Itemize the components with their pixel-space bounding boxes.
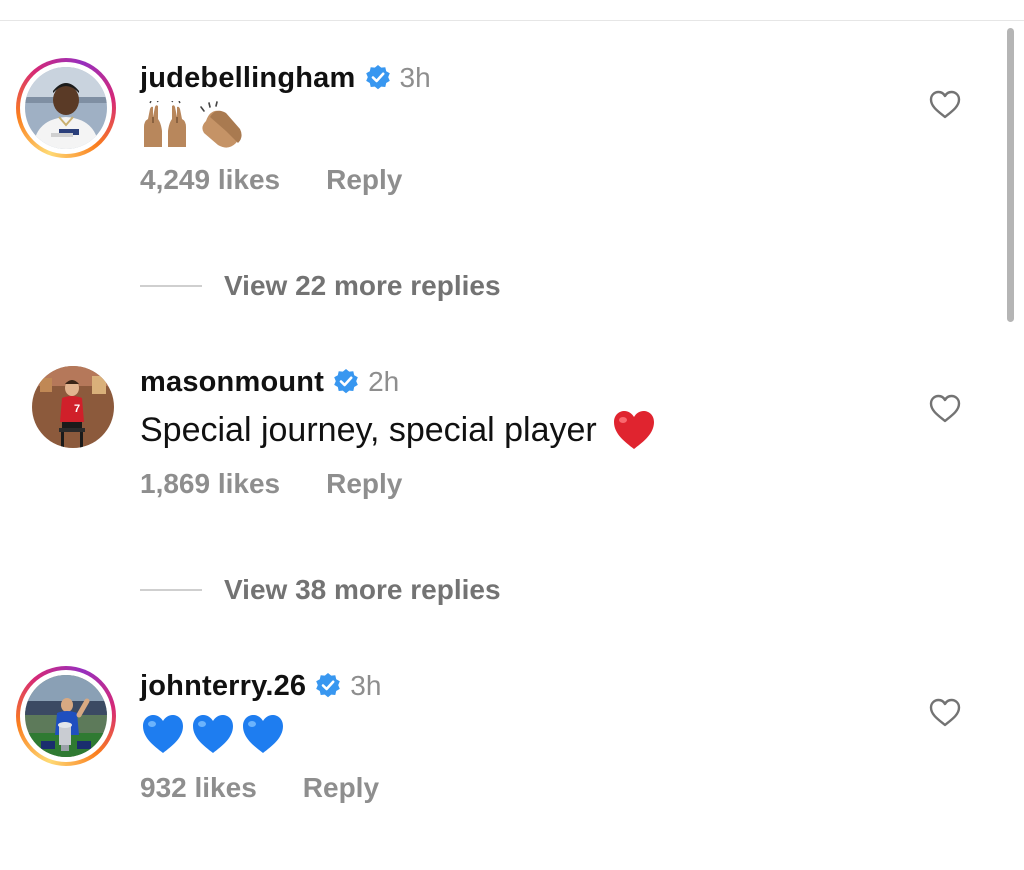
avatar-photo: 7: [32, 366, 114, 448]
top-divider: [0, 20, 1024, 21]
comment-item: johnterry.26 3h 932 likes Reply: [0, 666, 1000, 826]
mason-avatar-image: 7: [32, 366, 114, 448]
comment-meta: 1,869 likes Reply: [140, 466, 402, 502]
comment-text: [140, 708, 286, 760]
verified-badge-icon: [334, 369, 358, 394]
verified-badge-icon: [316, 673, 341, 698]
comment-header: johnterry.26 3h: [140, 666, 381, 706]
blue-heart-icon: [193, 715, 233, 753]
likes-count[interactable]: 4,249 likes: [140, 164, 280, 196]
reply-button[interactable]: Reply: [326, 164, 402, 196]
like-heart-icon[interactable]: [928, 696, 962, 730]
username[interactable]: judebellingham: [140, 62, 356, 95]
likes-count[interactable]: 932 likes: [140, 772, 257, 804]
comment-item: judebellingham 3h 4,249 likes Reply: [0, 58, 1000, 218]
replies-divider-line: [140, 589, 202, 591]
comment-text: [140, 100, 246, 152]
comment-text: Special journey, special player: [140, 404, 657, 456]
comment-meta: 932 likes Reply: [140, 770, 379, 806]
red-heart-icon: [613, 411, 654, 449]
comment-text-content: Special journey, special player: [140, 410, 597, 449]
comment-header: judebellingham 3h: [140, 58, 431, 98]
reply-button[interactable]: Reply: [326, 468, 402, 500]
username[interactable]: masonmount: [140, 366, 324, 399]
comment-time: 2h: [368, 366, 400, 397]
blue-heart-icon: [243, 715, 283, 753]
avatar-photo: [25, 67, 107, 149]
avatar[interactable]: [16, 58, 116, 158]
avatar-photo: [25, 675, 107, 757]
raising-hands-icon: [144, 101, 186, 147]
verified-badge-icon: [365, 65, 390, 90]
comment-header: masonmount 2h: [140, 362, 399, 402]
clapping-hands-icon: [200, 101, 242, 148]
username[interactable]: johnterry.26: [140, 670, 306, 703]
avatar[interactable]: [16, 666, 116, 766]
reply-button[interactable]: Reply: [303, 772, 379, 804]
like-heart-icon[interactable]: [928, 88, 962, 122]
view-more-replies-button[interactable]: View 22 more replies: [140, 266, 501, 306]
view-replies-label: View 38 more replies: [224, 574, 501, 605]
view-more-replies-button[interactable]: View 38 more replies: [140, 570, 501, 610]
blue-heart-icon: [143, 715, 183, 753]
svg-text:7: 7: [74, 403, 80, 415]
jude-avatar-image: [25, 67, 107, 149]
johnterry-avatar-image: [25, 675, 107, 757]
comment-item: 7 masonmount 2h Special journey, special…: [0, 362, 1000, 522]
scrollbar[interactable]: [1007, 28, 1014, 322]
comment-time: 3h: [350, 670, 382, 701]
like-heart-icon[interactable]: [928, 392, 962, 426]
comment-meta: 4,249 likes Reply: [140, 162, 402, 198]
view-replies-label: View 22 more replies: [224, 270, 501, 301]
likes-count[interactable]: 1,869 likes: [140, 468, 280, 500]
avatar[interactable]: 7: [16, 362, 116, 462]
comment-time: 3h: [399, 62, 431, 93]
replies-divider-line: [140, 285, 202, 287]
